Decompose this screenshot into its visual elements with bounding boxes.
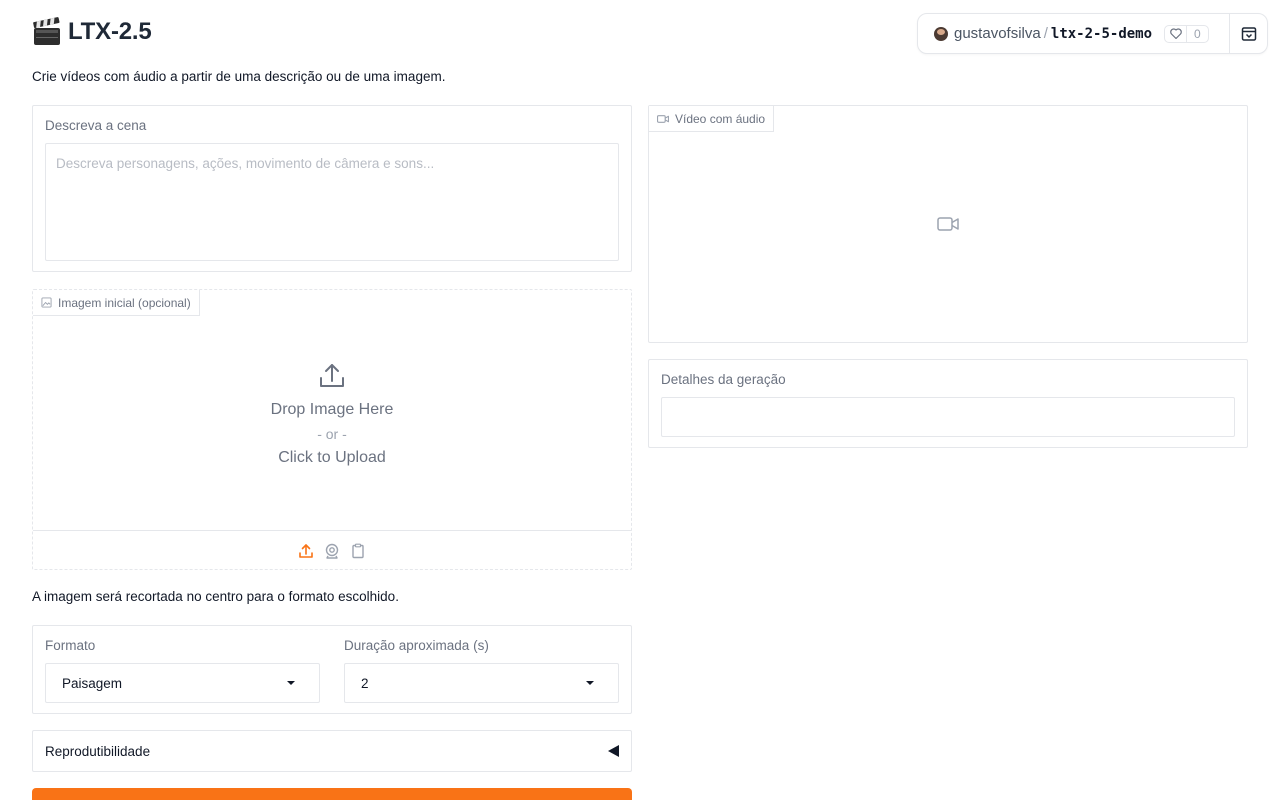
format-field: Formato Paisagem [45, 638, 320, 703]
webcam-icon [325, 543, 339, 559]
heart-icon [1165, 25, 1188, 42]
space-link[interactable]: gustavofsilva / ltx-2-5-demo 0 [918, 14, 1229, 53]
reproducibility-label: Reprodutibilidade [45, 743, 151, 759]
expand-arrow-icon [608, 745, 619, 757]
like-count: 0 [1194, 26, 1201, 41]
page-subtitle: Crie vídeos com áudio a partir de uma de… [32, 69, 446, 84]
generation-details-output [661, 397, 1235, 437]
drop-text: Drop Image Here [270, 401, 394, 418]
format-value: Paisagem [62, 675, 123, 691]
chevron-down-icon [287, 681, 295, 685]
format-options-block: Formato Paisagem Duração aproximada (s) … [32, 625, 632, 714]
or-text: - or - [317, 426, 347, 442]
duration-label: Duração aproximada (s) [344, 638, 489, 653]
source-upload-button[interactable] [298, 543, 314, 559]
video-output-label: Vídeo com áudio [675, 111, 766, 126]
clipboard-icon [352, 543, 364, 558]
source-webcam-button[interactable] [324, 543, 340, 559]
upload-icon [299, 543, 313, 558]
duration-dropdown[interactable]: 2 [344, 663, 619, 703]
image-drop-zone[interactable]: Drop Image Here - or - Click to Upload [33, 290, 631, 530]
collapse-menu-button[interactable] [1229, 14, 1267, 53]
space-name[interactable]: ltx-2-5-demo [1051, 26, 1152, 42]
video-camera-icon [937, 217, 959, 231]
video-output-block: Vídeo com áudio [648, 105, 1248, 343]
reproducibility-accordion[interactable]: Reprodutibilidade [32, 730, 632, 772]
source-clipboard-button[interactable] [350, 543, 366, 559]
duration-field: Duração aproximada (s) 2 [344, 638, 619, 703]
clapperboard-icon [33, 17, 60, 45]
image-source-bar [33, 530, 631, 570]
scene-prompt-label: Descreva a cena [45, 118, 147, 133]
format-label: Formato [45, 638, 96, 653]
video-camera-icon [657, 114, 669, 123]
collapse-icon [1241, 26, 1256, 41]
generate-button[interactable] [32, 788, 632, 800]
app-header: LTX-2.5 [32, 17, 152, 47]
video-placeholder [649, 106, 1247, 342]
generation-details-label: Detalhes da geração [661, 372, 786, 387]
image-upload-block: Imagem inicial (opcional) Drop Image Her… [32, 289, 632, 570]
space-owner[interactable]: gustavofsilva [954, 25, 1041, 42]
crop-note: A imagem será recortada no centro para o… [32, 589, 399, 604]
generation-details-block: Detalhes da geração [648, 359, 1248, 448]
page-title: LTX-2.5 [68, 18, 152, 45]
scene-prompt-block: Descreva a cena [32, 105, 632, 272]
duration-value: 2 [361, 675, 369, 691]
scene-prompt-input[interactable] [45, 143, 619, 261]
format-dropdown[interactable]: Paisagem [45, 663, 320, 703]
click-to-upload-text: Click to Upload [278, 449, 386, 466]
avatar [934, 26, 948, 41]
upload-icon [320, 364, 344, 387]
space-badge: gustavofsilva / ltx-2-5-demo 0 [917, 13, 1268, 54]
path-separator: / [1043, 25, 1048, 42]
chevron-down-icon [586, 681, 594, 685]
video-output-tag: Vídeo com áudio [649, 106, 775, 132]
like-button[interactable]: 0 [1164, 24, 1209, 43]
